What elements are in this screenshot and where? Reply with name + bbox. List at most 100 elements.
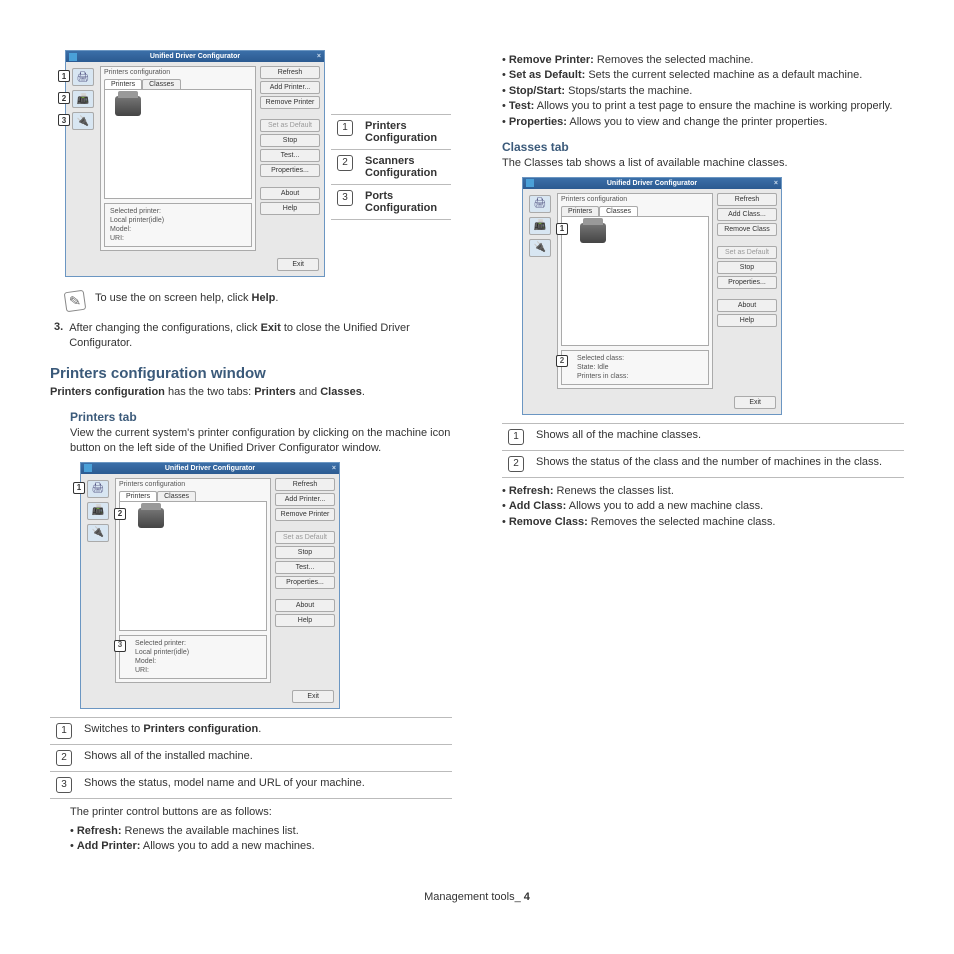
exit-button[interactable]: Exit [292,690,334,703]
tab-printers[interactable]: Printers [104,79,142,89]
legend-num: 2 [337,155,353,171]
ports-config-icon[interactable]: 🔌 [72,112,94,130]
window-title: Unified Driver Configurator [165,465,255,472]
printer-icon[interactable] [115,96,141,116]
callout-1: 1 [73,482,85,494]
callout-1: 1 [58,70,70,82]
scanners-config-icon[interactable]: 📠 [72,90,94,108]
left-column: Unified Driver Configurator × 1 🖨 2 📠 [50,50,462,861]
bullet: Test: Allows you to print a test page to… [502,99,904,114]
bullet: Add Printer: Allows you to add a new mac… [70,839,452,854]
group-label: Printers configuration [104,69,252,76]
about-button[interactable]: About [717,299,777,312]
test-button[interactable]: Test... [260,149,320,162]
tab-classes[interactable]: Classes [599,206,638,216]
legend-num: 3 [337,190,353,206]
help-button[interactable]: Help [275,614,335,627]
properties-button[interactable]: Properties... [260,164,320,177]
selected-class-box: 2 Selected class: State: Idle Printers i… [561,350,709,385]
scanners-config-icon[interactable]: 📠 [87,502,109,520]
test-button[interactable]: Test... [275,561,335,574]
sidebar: 🖨 📠 🔌 [527,193,553,389]
content-box: Printers configuration Printers Classes … [557,193,713,389]
close-icon[interactable]: × [774,180,778,187]
section-intro: Printers configuration has the two tabs:… [50,385,452,400]
refresh-button[interactable]: Refresh [275,478,335,491]
page-columns: Unified Driver Configurator × 1 🖨 2 📠 [50,50,904,861]
exit-button[interactable]: Exit [734,396,776,409]
printer-icon[interactable] [580,223,606,243]
button-column: Refresh Add Printer... Remove Printer Se… [275,478,335,683]
bullet: Set as Default: Sets the current selecte… [502,68,904,83]
control-intro: The printer control buttons are as follo… [50,805,452,820]
close-icon[interactable]: × [317,53,321,60]
sidebar: 1 🖨 2 📠 3 🔌 [70,66,96,251]
app-window-2: Unified Driver Configurator × 1 🖨 📠 🔌 [80,462,340,709]
set-default-button[interactable]: Set as Default [717,246,777,259]
remove-class-button[interactable]: Remove Class [717,223,777,236]
classes-tab-desc: The Classes tab shows a list of availabl… [502,156,904,171]
add-printer-button[interactable]: Add Printer... [260,81,320,94]
selected-printer-box: Selected printer: Local printer(idle) Mo… [104,203,252,247]
callout-3: 3 [58,114,70,126]
printer-list[interactable] [104,89,252,199]
callout-1: 1 [556,223,568,235]
stop-button[interactable]: Stop [717,261,777,274]
set-default-button[interactable]: Set as Default [275,531,335,544]
classes-tab-heading: Classes tab [502,140,904,154]
note-text: To use the on screen help, click Help. [95,291,278,306]
printer-list[interactable]: 2 [119,501,267,631]
properties-button[interactable]: Properties... [275,576,335,589]
remove-printer-button[interactable]: Remove Printer [260,96,320,109]
legend-num: 1 [337,120,353,136]
scanners-config-icon[interactable]: 📠 [529,217,551,235]
callout-2: 2 [114,508,126,520]
refresh-button[interactable]: Refresh [717,193,777,206]
ports-config-icon[interactable]: 🔌 [87,524,109,542]
bullet: Remove Printer: Removes the selected mac… [502,53,904,68]
properties-button[interactable]: Properties... [717,276,777,289]
app-icon [84,464,92,472]
stop-button[interactable]: Stop [260,134,320,147]
printers-config-icon[interactable]: 🖨 [529,195,551,213]
about-button[interactable]: About [260,187,320,200]
side-legend: 1 PrintersConfiguration 2 ScannersConfig… [331,114,451,220]
selected-printer-box: 3 Selected printer: Local printer(idle) … [119,635,267,679]
step-text: After changing the configurations, click… [69,321,452,351]
step-3: 3. After changing the configurations, cl… [50,321,452,355]
app-icon [69,53,77,61]
bullet: Refresh: Renews the available machines l… [70,824,452,839]
help-button[interactable]: Help [717,314,777,327]
add-class-button[interactable]: Add Class... [717,208,777,221]
remove-printer-button[interactable]: Remove Printer [275,508,335,521]
button-column: Refresh Add Class... Remove Class Set as… [717,193,777,389]
close-icon[interactable]: × [332,465,336,472]
legend-row: 1 Shows all of the machine classes. [502,424,904,451]
page-footer: Management tools_ 4 [50,891,904,903]
refresh-button[interactable]: Refresh [260,66,320,79]
class-list[interactable]: 1 [561,216,709,346]
set-default-button[interactable]: Set as Default [260,119,320,132]
help-button[interactable]: Help [260,202,320,215]
add-printer-button[interactable]: Add Printer... [275,493,335,506]
tab-classes[interactable]: Classes [157,491,196,501]
tab-printers[interactable]: Printers [119,491,157,501]
ports-config-icon[interactable]: 🔌 [529,239,551,257]
printers-tab-desc: View the current system's printer config… [70,426,452,456]
tab-classes[interactable]: Classes [142,79,181,89]
bullets-c: Refresh: Renews the classes list. Add Cl… [502,484,904,530]
about-button[interactable]: About [275,599,335,612]
printers-tab-heading: Printers tab [70,410,452,424]
printer-icon[interactable] [138,508,164,528]
bullet: Properties: Allows you to view and chang… [502,115,904,130]
legend-row: 2 Shows the status of the class and the … [502,451,904,478]
legend-2: 1 Shows all of the machine classes. 2 Sh… [502,423,904,478]
group-label: Printers configuration [119,481,267,488]
printers-config-icon[interactable]: 🖨 [72,68,94,86]
selected-line2: Model: [110,225,246,234]
printers-config-icon[interactable]: 🖨 [87,480,109,498]
step-number: 3. [50,321,63,355]
stop-button[interactable]: Stop [275,546,335,559]
tab-printers[interactable]: Printers [561,206,599,216]
exit-button[interactable]: Exit [277,258,319,271]
